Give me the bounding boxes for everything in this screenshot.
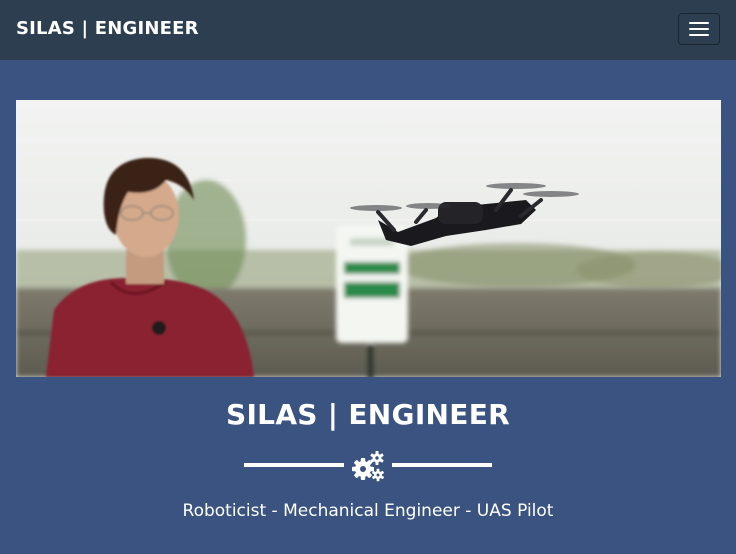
title-divider xyxy=(0,448,736,484)
hamburger-menu-icon xyxy=(689,22,709,24)
menu-toggle-button[interactable] xyxy=(678,13,720,45)
gears-icon xyxy=(352,451,384,482)
divider-line-left xyxy=(244,463,344,467)
hero-tagline: Roboticist - Mechanical Engineer - UAS P… xyxy=(182,501,554,521)
hamburger-menu-icon-bar xyxy=(689,28,709,30)
hero-image xyxy=(16,100,721,377)
navbar-brand[interactable]: SILAS | ENGINEER xyxy=(16,18,199,39)
top-navbar: SILAS | ENGINEER xyxy=(0,0,736,60)
divider-line-right xyxy=(392,463,492,467)
hero-title: SILAS | ENGINEER xyxy=(226,398,510,431)
hamburger-menu-icon-bar xyxy=(689,34,709,36)
